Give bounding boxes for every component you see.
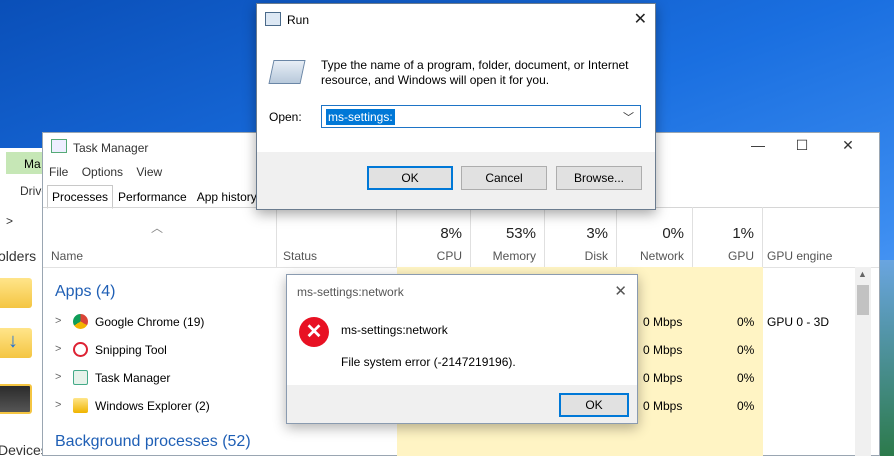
chevron-down-icon[interactable]: ﹀	[623, 109, 634, 125]
run-title: Run	[287, 13, 310, 27]
tab-strip: Processes Performance App history	[47, 185, 262, 209]
process-name: Google Chrome (19)	[95, 315, 205, 329]
window-title: Task Manager	[73, 141, 149, 155]
error-ok-button[interactable]: OK	[559, 393, 629, 417]
close-icon[interactable]: ✕	[614, 282, 627, 300]
expand-chevron-icon[interactable]: >	[55, 315, 61, 327]
error-heading: ms-settings:network	[341, 323, 448, 337]
memory-total: 53%	[505, 225, 536, 242]
error-content: ms-settings:network ✕ ✕ ms-settings:netw…	[287, 275, 637, 385]
task-manager-icon	[73, 370, 88, 385]
folder-icon[interactable]	[0, 278, 32, 308]
disk-label: Disk	[584, 249, 608, 263]
cpu-label: CPU	[436, 249, 462, 263]
open-label: Open:	[269, 110, 302, 124]
gpu-label: GPU	[727, 249, 754, 263]
downloads-folder-icon[interactable]	[0, 328, 32, 358]
background-section-header[interactable]: Background processes (52)	[55, 433, 251, 451]
error-message: File system error (-2147219196).	[341, 355, 516, 369]
gpu-total: 1%	[732, 225, 754, 242]
scroll-thumb[interactable]	[857, 285, 869, 315]
process-name: Task Manager	[95, 371, 171, 385]
error-title: ms-settings:network	[297, 285, 404, 299]
gpu-value: 0%	[737, 315, 755, 329]
task-manager-icon	[51, 139, 67, 153]
network-label: Network	[639, 249, 684, 263]
network-value: 0 Mbps	[643, 371, 683, 385]
menu-file[interactable]: File	[49, 165, 68, 179]
network-total: 0%	[662, 225, 684, 242]
error-icon: ✕	[299, 317, 329, 347]
run-message: Type the name of a program, folder, docu…	[321, 58, 629, 87]
gpu-engine-label: GPU engine	[767, 249, 833, 263]
run-content: Run ✕ Type the name of a program, folder…	[257, 4, 655, 152]
column-header-memory[interactable]: 53% Memory	[471, 207, 545, 267]
ribbon-tab[interactable]: Ma	[6, 152, 42, 174]
scroll-up-icon[interactable]: ▲	[858, 269, 867, 279]
column-name-label: Name	[51, 249, 84, 263]
ok-button[interactable]: OK	[367, 166, 453, 190]
gpu-value: 0%	[737, 371, 755, 385]
minimize-button[interactable]: —	[743, 137, 773, 159]
gpu-value: 0%	[737, 399, 755, 413]
column-header-network[interactable]: 0% Network	[617, 207, 693, 267]
menu-view[interactable]: View	[136, 165, 162, 179]
menu-bar: File Options View	[49, 165, 172, 179]
process-name: Windows Explorer (2)	[95, 399, 210, 413]
snipping-tool-icon	[73, 342, 88, 357]
run-large-icon	[268, 60, 306, 84]
disk-total: 3%	[586, 225, 608, 242]
tab-processes[interactable]: Processes	[47, 185, 114, 209]
process-name: Snipping Tool	[95, 343, 167, 357]
breadcrumb-chevron[interactable]: >	[6, 214, 13, 228]
apps-section-header[interactable]: Apps (4)	[55, 283, 115, 301]
gpu-value: 0%	[737, 343, 755, 357]
videos-folder-icon[interactable]	[0, 384, 32, 414]
vertical-scrollbar[interactable]: ▲	[855, 267, 871, 456]
network-value: 0 Mbps	[643, 343, 683, 357]
gpu-engine-value: GPU 0 - 3D	[767, 315, 830, 329]
column-header-gpu-engine[interactable]: GPU engine	[763, 207, 853, 267]
open-combobox[interactable]: ms-settings: ﹀	[321, 105, 641, 128]
menu-options[interactable]: Options	[82, 165, 123, 179]
open-input-value[interactable]: ms-settings:	[326, 109, 395, 125]
maximize-button[interactable]: ☐	[787, 137, 817, 159]
cpu-total: 8%	[440, 225, 462, 242]
tab-performance[interactable]: Performance	[113, 185, 192, 209]
column-header-cpu[interactable]: 8% CPU	[397, 207, 471, 267]
column-status-label: Status	[283, 249, 318, 263]
network-value: 0 Mbps	[643, 399, 683, 413]
expand-chevron-icon[interactable]: >	[55, 371, 61, 383]
column-header-gpu[interactable]: 1% GPU	[693, 207, 763, 267]
close-icon[interactable]: ✕	[634, 9, 647, 29]
chrome-icon	[73, 314, 88, 329]
folder-icon	[73, 398, 88, 413]
close-button[interactable]: ✕	[833, 137, 863, 159]
run-icon	[265, 12, 281, 26]
tab-app-history[interactable]: App history	[192, 185, 262, 209]
browse-button[interactable]: Browse...	[556, 166, 642, 190]
expand-chevron-icon[interactable]: >	[55, 343, 61, 355]
memory-label: Memory	[492, 249, 536, 263]
folders-label: olders	[0, 248, 37, 264]
run-dialog: Run ✕ Type the name of a program, folder…	[256, 3, 656, 210]
error-dialog: ms-settings:network ✕ ✕ ms-settings:netw…	[286, 274, 638, 424]
cancel-button[interactable]: Cancel	[461, 166, 547, 190]
expand-chevron-icon[interactable]: >	[55, 399, 61, 411]
devices-label: Devices	[0, 442, 48, 456]
network-value: 0 Mbps	[643, 315, 683, 329]
column-header-disk[interactable]: 3% Disk	[545, 207, 617, 267]
